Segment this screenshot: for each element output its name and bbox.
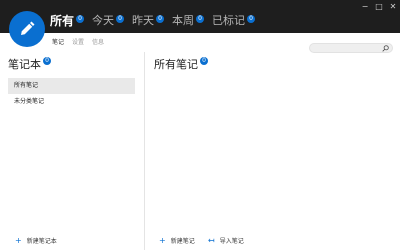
tab-label: 昨天 <box>132 14 155 27</box>
plus-icon: + <box>15 236 22 245</box>
minimize-button[interactable]: − <box>358 0 372 14</box>
sub-navigation: 笔记 设置 信息 <box>52 37 112 46</box>
tab-label: 已标记 <box>212 14 246 27</box>
import-note-button[interactable]: ↤ 导入笔记 <box>208 236 244 245</box>
subnav-info[interactable]: 信息 <box>92 37 104 46</box>
subnav-notes[interactable]: 笔记 <box>52 37 64 46</box>
close-button[interactable]: ✕ <box>386 0 400 14</box>
tab-count-badge: 0 <box>196 15 205 23</box>
new-notebook-label: 新建笔记本 <box>26 238 57 245</box>
new-note-fab[interactable] <box>9 11 45 47</box>
tab-label: 本周 <box>172 14 195 27</box>
notes-list-pane: 所有笔记 0 + 新建笔记 ↤ 导入笔记 <box>146 52 400 250</box>
window-controls: − □ ✕ <box>358 0 400 14</box>
tab-count-badge: 0 <box>156 15 165 23</box>
notes-count-badge: 0 <box>200 57 208 65</box>
new-note-button[interactable]: + 新建笔记 <box>159 236 195 245</box>
notebooks-count-badge: 0 <box>43 57 51 65</box>
import-arrow-icon: ↤ <box>208 236 215 245</box>
notes-heading: 所有笔记 0 <box>154 56 208 72</box>
search-icon[interactable] <box>382 45 389 52</box>
tab-yesterday[interactable]: 昨天 0 <box>132 14 165 28</box>
sidebar-item-uncategorized[interactable]: 未分类笔记 <box>8 94 135 110</box>
new-notebook-button[interactable]: + 新建笔记本 <box>15 236 57 245</box>
tab-label: 所有 <box>50 14 75 28</box>
tab-flagged[interactable]: 已标记 0 <box>212 14 256 28</box>
sidebar-item-label: 未分类笔记 <box>14 98 45 105</box>
tab-all[interactable]: 所有 0 <box>50 14 85 28</box>
tab-count-badge: 0 <box>247 15 256 23</box>
filter-tabs: 所有 0 今天 0 昨天 0 本周 0 已标记 0 <box>50 13 263 29</box>
subnav-settings[interactable]: 设置 <box>72 37 84 46</box>
tab-today[interactable]: 今天 0 <box>92 14 125 28</box>
sidebar-item-label: 所有笔记 <box>14 82 39 89</box>
import-note-label: 导入笔记 <box>219 238 244 245</box>
plus-icon: + <box>159 236 166 245</box>
tab-count-badge: 0 <box>76 15 85 23</box>
tab-this-week[interactable]: 本周 0 <box>172 14 205 28</box>
tab-count-badge: 0 <box>116 15 125 23</box>
pencil-icon <box>21 21 35 35</box>
notebooks-title: 笔记本 <box>8 58 41 71</box>
tab-label: 今天 <box>92 14 115 27</box>
title-bar: 所有 0 今天 0 昨天 0 本周 0 已标记 0 − □ ✕ <box>0 0 400 33</box>
notes-title: 所有笔记 <box>154 58 198 71</box>
notebook-sidebar: 笔记本 0 所有笔记 未分类笔记 + 新建笔记本 <box>0 52 145 250</box>
maximize-button[interactable]: □ <box>372 0 386 14</box>
notebooks-heading: 笔记本 0 <box>8 56 51 72</box>
sidebar-item-all-notes[interactable]: 所有笔记 <box>8 78 135 94</box>
new-note-label: 新建笔记 <box>170 238 195 245</box>
